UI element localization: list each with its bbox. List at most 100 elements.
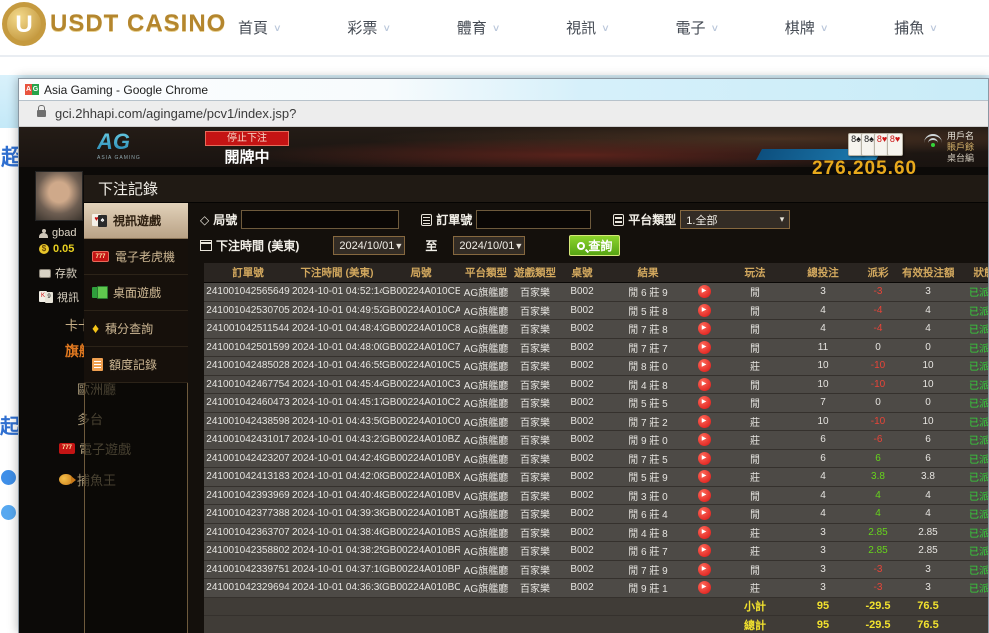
table-cell: 閒 4 莊 8 — [606, 377, 690, 392]
table-cell: 閒 — [718, 488, 792, 503]
table-cell: GB00224A010C8 — [382, 323, 460, 334]
table-cell: B002 — [558, 360, 606, 371]
table-cell: 百家樂 — [512, 469, 558, 484]
table-cell: AG旗艦廳 — [460, 414, 512, 429]
play-video-button[interactable]: ▶ — [698, 415, 711, 428]
diamond-icon: ♦ — [92, 322, 99, 335]
sidebar-item-quota[interactable]: 額度記錄 — [84, 347, 188, 383]
sidebar-item-slots[interactable]: 777電子老虎機 — [84, 239, 188, 275]
play-video-button[interactable]: ▶ — [698, 526, 711, 539]
nav-item-home[interactable]: 首頁∨ — [238, 17, 282, 38]
sidebar-item-points[interactable]: ♦積分查詢 — [84, 311, 188, 347]
bet-time-label: 下注時間 (美東) — [200, 237, 299, 254]
table-cell: 241001042530705 — [204, 305, 292, 316]
play-video-button[interactable]: ▶ — [698, 470, 711, 483]
table-cell: 已派彩 — [954, 284, 988, 299]
play-video-button[interactable]: ▶ — [698, 396, 711, 409]
table-cell: 0 — [854, 397, 902, 408]
table-cell: 閒 — [718, 506, 792, 521]
play-video-button[interactable]: ▶ — [698, 433, 711, 446]
list-icon — [613, 214, 624, 226]
table-cell: 百家樂 — [512, 506, 558, 521]
balance-row: $0.05 — [39, 243, 74, 255]
menu-deposit[interactable]: 存款 — [39, 265, 77, 281]
play-video-button[interactable]: ▶ — [698, 452, 711, 465]
menu-video[interactable]: 視訊 — [39, 289, 79, 305]
table-cell: B002 — [558, 490, 606, 501]
table-cell: 已派彩 — [954, 506, 988, 521]
url-bar[interactable]: gci.2hhapi.com/agingame/pcv1/index.jsp? — [19, 101, 988, 127]
play-video-button[interactable]: ▶ — [698, 581, 711, 594]
table-cell: 3 — [792, 564, 854, 575]
table-cell: ▶ — [690, 489, 718, 502]
modal-sidebar: 視訊遊戲 777電子老虎機 桌面遊戲 ♦積分查詢 額度記錄 — [84, 203, 188, 633]
window-titlebar[interactable]: AG Asia Gaming - Google Chrome — [19, 79, 988, 101]
table-cell: 241001042467754 — [204, 379, 292, 390]
table-cell: ▶ — [690, 433, 718, 446]
table-cell: 百家樂 — [512, 303, 558, 318]
table-cell: AG旗艦廳 — [460, 432, 512, 447]
play-video-button[interactable]: ▶ — [698, 544, 711, 557]
play-video-button[interactable]: ▶ — [698, 285, 711, 298]
nav-item-fishing[interactable]: 捕魚∨ — [894, 17, 938, 38]
table-cell: 241001042565649 — [204, 286, 292, 297]
table-cell: AG旗艦廳 — [460, 525, 512, 540]
nav-item-live[interactable]: 視訊∨ — [566, 17, 610, 38]
play-video-button[interactable]: ▶ — [698, 507, 711, 520]
table-cell: 241001042438598 — [204, 416, 292, 427]
table-cell: B002 — [558, 416, 606, 427]
table-cell: 4 — [792, 305, 854, 316]
table-row: 2410010424604732024-10-01 04:45:17GB0022… — [204, 394, 988, 413]
dropdown-arrow-icon: ▾ — [780, 214, 785, 225]
table-cell: 11 — [792, 342, 854, 353]
sidebar-item-table-games[interactable]: 桌面遊戲 — [84, 275, 188, 311]
table-cell: ▶ — [690, 470, 718, 483]
play-video-button[interactable]: ▶ — [698, 304, 711, 317]
dealing-status: 開牌中 — [205, 146, 289, 167]
site-logo[interactable]: U USDT CASINO — [2, 2, 226, 46]
table-cell: 閒 7 莊 8 — [606, 321, 690, 336]
table-cell: 241001042423207 — [204, 453, 292, 464]
date-to-select[interactable]: 2024/10/01▼ — [453, 236, 525, 255]
calendar-icon — [200, 240, 212, 251]
table-cell: -3 — [854, 286, 902, 297]
table-cell: GB00224A010BZ — [382, 434, 460, 445]
table-header-cell: 玩法 — [718, 265, 792, 280]
play-video-button[interactable]: ▶ — [698, 378, 711, 391]
table-cell: 百家樂 — [512, 562, 558, 577]
sidebar-item-live-games[interactable]: 視訊遊戲 — [84, 203, 188, 239]
table-cell: 閒 — [718, 451, 792, 466]
table-cell: 已派彩 — [954, 377, 988, 392]
play-video-button[interactable]: ▶ — [698, 359, 711, 372]
table-cell: 2024-10-01 04:43:50 — [292, 416, 382, 427]
total-label: 總計 — [718, 617, 792, 633]
table-cell: 10 — [902, 360, 954, 371]
username-row: gbad — [39, 227, 76, 239]
table-cell: 2024-10-01 04:38:25 — [292, 545, 382, 556]
url-text: gci.2hhapi.com/agingame/pcv1/index.jsp? — [55, 106, 296, 121]
play-video-button[interactable]: ▶ — [698, 341, 711, 354]
table-cell: ▶ — [690, 378, 718, 391]
ag-favicon-icon: AG — [25, 84, 39, 95]
order-input[interactable] — [476, 210, 591, 229]
round-input[interactable] — [241, 210, 399, 229]
table-cell: 241001042431017 — [204, 434, 292, 445]
search-button[interactable]: 查詢 — [569, 235, 620, 256]
play-video-button[interactable]: ▶ — [698, 489, 711, 502]
table-cell: -3 — [854, 564, 902, 575]
table-cell: GB00224A010BT — [382, 508, 460, 519]
play-video-button[interactable]: ▶ — [698, 563, 711, 576]
table-cell: B002 — [558, 471, 606, 482]
play-video-button[interactable]: ▶ — [698, 322, 711, 335]
nav-item-cards[interactable]: 棋牌∨ — [785, 17, 829, 38]
table-cell: 百家樂 — [512, 525, 558, 540]
nav-item-slots[interactable]: 電子∨ — [675, 17, 719, 38]
money-icon: $ — [39, 244, 49, 254]
table-cell: 2024-10-01 04:38:46 — [292, 527, 382, 538]
platform-select[interactable]: 1.全部▾ — [680, 210, 790, 229]
table-cell: 百家樂 — [512, 284, 558, 299]
date-from-select[interactable]: 2024/10/01▼ — [333, 236, 405, 255]
nav-item-sports[interactable]: 體育∨ — [457, 17, 501, 38]
slot-icon: 777 — [59, 443, 75, 454]
nav-item-lottery[interactable]: 彩票∨ — [347, 17, 391, 38]
